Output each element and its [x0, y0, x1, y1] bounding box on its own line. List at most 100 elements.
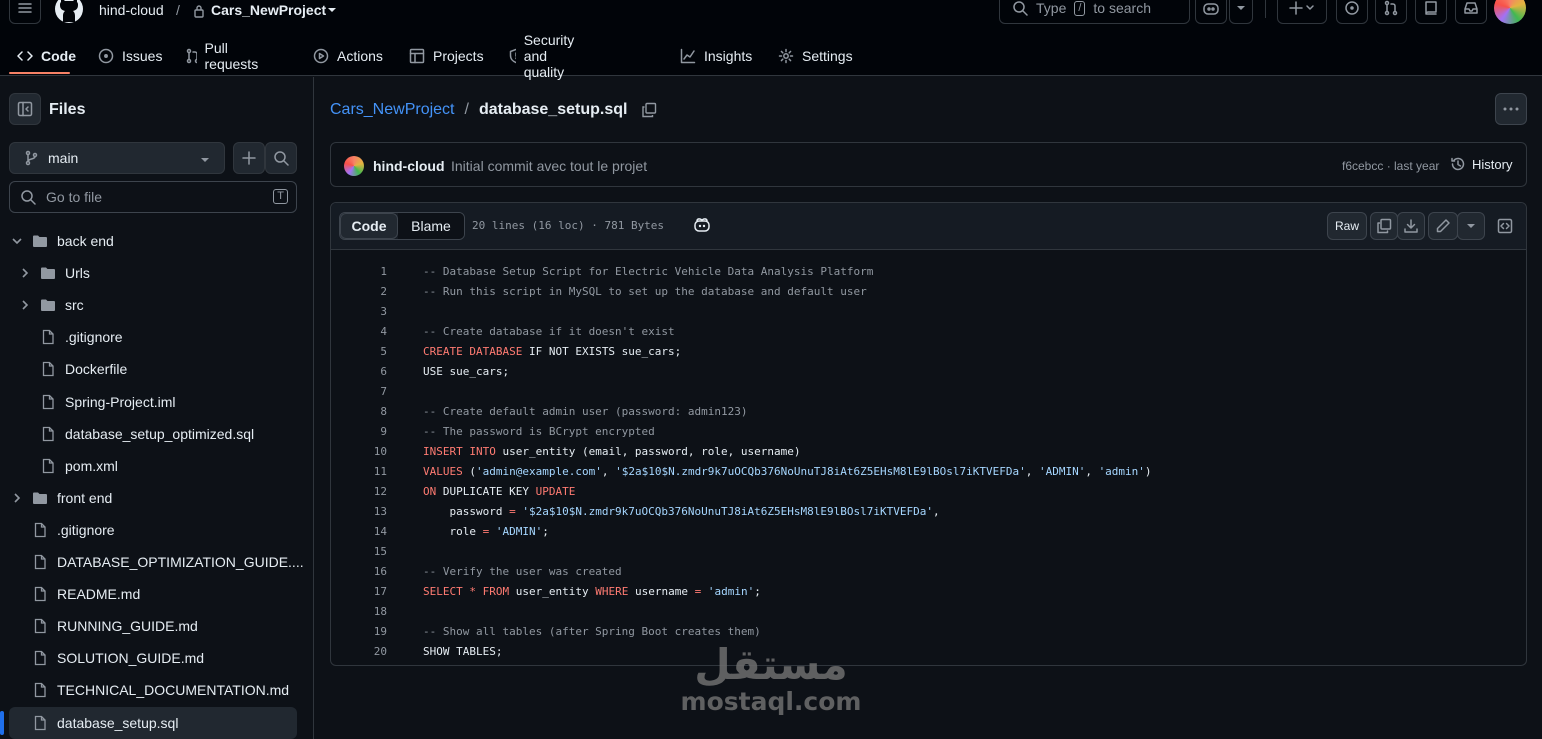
owner-link[interactable]: hind-cloud [99, 2, 164, 18]
chevron-down-icon[interactable] [327, 7, 337, 13]
line-number[interactable]: 9 [331, 425, 387, 438]
create-new-button[interactable] [1277, 0, 1327, 24]
symbols-panel-button[interactable] [1491, 212, 1519, 240]
tab-insights[interactable]: Insights [680, 36, 752, 76]
tab-settings[interactable]: Settings [778, 36, 853, 76]
repo-link[interactable]: Cars_NewProject [211, 2, 326, 18]
commit-sha-time[interactable]: f6cebcc · last year [1342, 159, 1439, 173]
pull-requests-button[interactable] [1375, 0, 1407, 24]
tree-file-spring-project-iml[interactable]: Spring-Project.iml [0, 386, 314, 418]
tab-actions[interactable]: Actions [313, 36, 383, 76]
history-button[interactable]: History [1450, 156, 1512, 172]
code-line: 1 -- Database Setup Script for Electric V… [331, 261, 873, 281]
line-number[interactable]: 13 [331, 505, 387, 518]
search-files-button[interactable] [265, 142, 297, 174]
blame-view-tab[interactable]: Blame [398, 213, 464, 239]
commit-author-avatar[interactable] [344, 156, 364, 176]
chevron-right-icon[interactable] [12, 493, 22, 503]
more-options-button[interactable] [1495, 93, 1527, 125]
add-file-button[interactable] [233, 142, 265, 174]
line-number[interactable]: 2 [331, 285, 387, 298]
code-view-tab[interactable]: Code [340, 213, 398, 239]
tree-file-dockerfile[interactable]: Dockerfile [0, 353, 314, 385]
download-button[interactable] [1397, 212, 1425, 240]
tab-projects[interactable]: Projects [409, 36, 484, 76]
tab-label: Pull requests [204, 40, 259, 72]
line-number[interactable]: 10 [331, 445, 387, 458]
line-number[interactable]: 12 [331, 485, 387, 498]
line-number[interactable]: 7 [331, 385, 387, 398]
line-number[interactable]: 17 [331, 585, 387, 598]
line-number[interactable]: 3 [331, 305, 387, 318]
line-content: -- Database Setup Script for Electric Ve… [423, 264, 874, 278]
tree-file-running-guide-md[interactable]: RUNNING_GUIDE.md [0, 610, 314, 642]
tree-item-label: back end [57, 233, 114, 249]
go-to-file-input[interactable]: Go to file T [9, 181, 297, 213]
repositories-button[interactable] [1415, 0, 1447, 24]
line-number[interactable]: 16 [331, 565, 387, 578]
commit-author[interactable]: hind-cloud [373, 158, 445, 174]
tree-file-technical-documentation-md[interactable]: TECHNICAL_DOCUMENTATION.md [0, 674, 314, 706]
line-content: USE sue_cars; [423, 364, 510, 378]
copilot-menu-button[interactable] [1229, 0, 1253, 24]
tree-folder-front-end[interactable]: front end [0, 482, 314, 514]
tree-file-readme-md[interactable]: README.md [0, 578, 314, 610]
tree-folder-back-end[interactable]: back end [0, 225, 314, 257]
file-icon [34, 586, 46, 602]
line-number[interactable]: 1 [331, 265, 387, 278]
tree-item-label: RUNNING_GUIDE.md [57, 618, 198, 635]
issue-icon [1345, 1, 1359, 15]
tree-item-label: README.md [57, 586, 141, 603]
line-number[interactable]: 20 [331, 645, 387, 658]
tree-file-database-setup-optimized-sql[interactable]: database_setup_optimized.sql [0, 418, 314, 450]
menu-button[interactable] [9, 0, 41, 24]
raw-button[interactable]: Raw [1327, 212, 1367, 240]
line-number[interactable]: 11 [331, 465, 387, 478]
tree-file-pom-xml[interactable]: pom.xml [0, 450, 314, 482]
tree-folder-src[interactable]: src [0, 289, 314, 321]
github-logo-icon[interactable] [52, 0, 86, 24]
selected-indicator [0, 710, 4, 735]
inbox-button[interactable] [1455, 0, 1487, 24]
breadcrumb-repo-link[interactable]: Cars_NewProject [330, 101, 454, 119]
commit-message[interactable]: Initial commit avec tout le projet [451, 158, 647, 174]
tab-label: Actions [337, 48, 383, 64]
line-number[interactable]: 15 [331, 545, 387, 558]
tree-file-gitignore[interactable]: .gitignore [0, 321, 314, 353]
copy-path-icon[interactable] [641, 102, 657, 118]
user-avatar[interactable] [1494, 0, 1526, 24]
tree-folder-urls[interactable]: Urls [0, 257, 314, 289]
line-content: SHOW TABLES; [423, 644, 503, 658]
chevron-right-icon[interactable] [20, 268, 30, 278]
tree-file-database-optimization-guide[interactable]: DATABASE_OPTIMIZATION_GUIDE.... [0, 546, 314, 578]
copilot-icon[interactable] [693, 217, 711, 233]
tree-file-database-setup-sql[interactable]: database_setup.sql [0, 706, 297, 739]
search-input[interactable]: Type / to search [999, 0, 1190, 24]
branch-name: main [48, 150, 79, 166]
line-number[interactable]: 8 [331, 405, 387, 418]
file-icon [34, 715, 46, 730]
tab-issues[interactable]: Issues [98, 36, 162, 76]
code-line: 15 [331, 541, 387, 561]
edit-options-button[interactable] [1457, 212, 1485, 240]
copilot-button[interactable] [1195, 0, 1227, 24]
issues-button[interactable] [1336, 0, 1368, 24]
line-number[interactable]: 19 [331, 625, 387, 638]
line-number[interactable]: 6 [331, 365, 387, 378]
tab-code[interactable]: Code [17, 36, 76, 76]
tab-security[interactable]: Security and quality [508, 32, 583, 80]
chevron-right-icon[interactable] [20, 300, 30, 310]
edit-file-button[interactable] [1428, 212, 1458, 240]
copy-raw-button[interactable] [1370, 212, 1398, 240]
line-number[interactable]: 14 [331, 525, 387, 538]
chevron-down-icon[interactable] [12, 236, 22, 246]
tree-file-gitignore[interactable]: .gitignore [0, 514, 314, 546]
line-number[interactable]: 18 [331, 605, 387, 618]
branch-selector[interactable]: main [9, 142, 225, 174]
code-icon [17, 51, 33, 61]
tree-file-solution-guide-md[interactable]: SOLUTION_GUIDE.md [0, 642, 314, 674]
collapse-sidebar-button[interactable] [9, 93, 41, 125]
line-number[interactable]: 5 [331, 345, 387, 358]
line-number[interactable]: 4 [331, 325, 387, 338]
tab-pull-requests[interactable]: Pull requests [185, 36, 263, 76]
